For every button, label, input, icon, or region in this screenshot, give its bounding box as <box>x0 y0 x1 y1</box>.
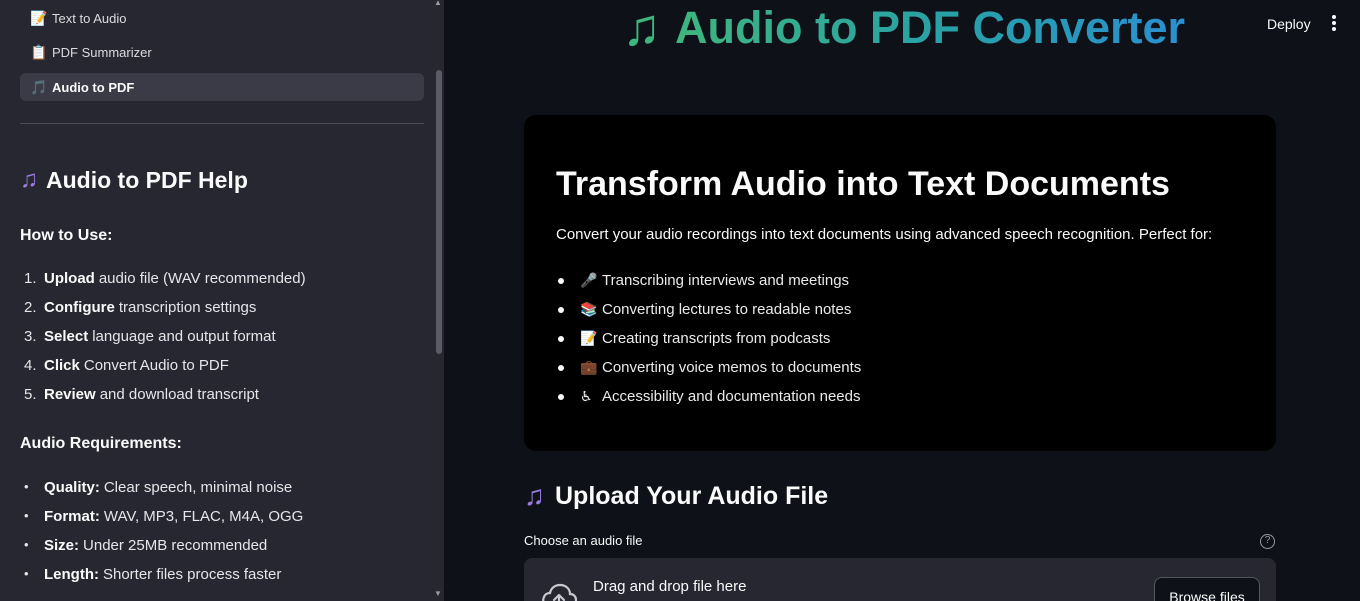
list-item: • Length: Shorter files process faster <box>24 566 282 583</box>
list-item: • Quality: Clear speech, minimal noise <box>24 479 293 496</box>
list-item: 2. Configure transcription settings <box>24 299 257 316</box>
use-case-list: 🎤 Transcribing interviews and meetings 📚 C… <box>556 266 861 411</box>
help-title-text: Audio to PDF Help <box>46 166 248 193</box>
cloud-upload-icon <box>542 583 578 601</box>
scroll-down-arrow-icon[interactable]: ▼ <box>434 589 442 598</box>
sidebar-item-label: Audio to PDF <box>52 79 135 95</box>
list-item: 📚 Converting lectures to readable notes <box>556 295 861 324</box>
clipboard-icon: 📋 <box>30 43 48 60</box>
memo-icon: 📝 <box>30 9 48 26</box>
sidebar-scrollbar-thumb[interactable] <box>436 70 442 354</box>
list-item: 📝 Creating transcripts from podcasts <box>556 324 861 353</box>
sidebar-item-audio-to-pdf[interactable]: 🎵 Audio to PDF <box>20 73 424 101</box>
intro-card: Transform Audio into Text Documents Conv… <box>524 115 1276 451</box>
sidebar-item-label: PDF Summarizer <box>52 44 152 60</box>
how-to-use-heading: How to Use: <box>20 227 113 244</box>
briefcase-icon: 💼 <box>580 359 598 375</box>
page-title-text: Audio to PDF Converter <box>675 2 1186 53</box>
sidebar-help-title: ♫ Audio to PDF Help <box>20 166 248 194</box>
sidebar-item-pdf-summarizer[interactable]: 📋 PDF Summarizer <box>20 38 424 66</box>
list-item: 1. Upload audio file (WAV recommended) <box>24 270 306 287</box>
intro-heading: Transform Audio into Text Documents <box>556 165 1170 203</box>
sidebar-divider <box>20 123 424 124</box>
list-item: • Size: Under 25MB recommended <box>24 537 268 554</box>
upload-heading-text: Upload Your Audio File <box>555 481 829 510</box>
list-item: 3. Select language and output format <box>24 328 276 345</box>
how-to-use-list: 1. Upload audio file (WAV recommended) 2. C… <box>24 270 306 415</box>
music-note-icon: ♫ <box>20 166 38 193</box>
list-item: • Format: WAV, MP3, FLAC, M4A, OGG <box>24 508 304 525</box>
music-note-icon: ♫ <box>622 0 661 57</box>
accessibility-icon: ♿ <box>580 388 593 404</box>
dropzone-instructions: Drag and drop file here <box>593 578 747 595</box>
music-note-icon: ♫ <box>524 480 545 511</box>
browse-files-button[interactable]: Browse files <box>1154 577 1260 601</box>
audio-requirements-heading: Audio Requirements: <box>20 435 182 452</box>
upload-heading: ♫ Upload Your Audio File <box>524 480 828 512</box>
sidebar-item-label: Text to Audio <box>52 10 127 26</box>
file-dropzone[interactable]: Drag and drop file here Browse files <box>524 558 1276 601</box>
music-note-icon: 🎵 <box>30 78 48 95</box>
memo-icon: 📝 <box>580 330 598 346</box>
list-item: 💼 Converting voice memos to documents <box>556 353 861 382</box>
sidebar-item-text-to-audio[interactable]: 📝 Text to Audio <box>20 4 424 32</box>
help-icon[interactable]: ? <box>1260 534 1275 549</box>
list-item: ♿ Accessibility and documentation needs <box>556 382 861 411</box>
file-uploader-label: Choose an audio file <box>524 533 643 548</box>
sidebar: 📝 Text to Audio 📋 PDF Summarizer 🎵 Audio… <box>0 0 444 601</box>
books-icon: 📚 <box>580 301 598 317</box>
main-menu-icon[interactable] <box>1328 15 1340 33</box>
scroll-up-arrow-icon[interactable]: ▲ <box>434 0 442 7</box>
list-item: 4. Click Convert Audio to PDF <box>24 357 229 374</box>
microphone-icon: 🎤 <box>580 272 598 288</box>
page-title: ♫ Audio to PDF Converter <box>622 0 1186 57</box>
deploy-button[interactable]: Deploy <box>1267 16 1311 32</box>
intro-text: Convert your audio recordings into text … <box>556 226 1213 243</box>
audio-requirements-list: • Quality: Clear speech, minimal noise • Fo… <box>24 479 303 595</box>
list-item: 5. Review and download transcript <box>24 386 259 403</box>
list-item: 🎤 Transcribing interviews and meetings <box>556 266 861 295</box>
